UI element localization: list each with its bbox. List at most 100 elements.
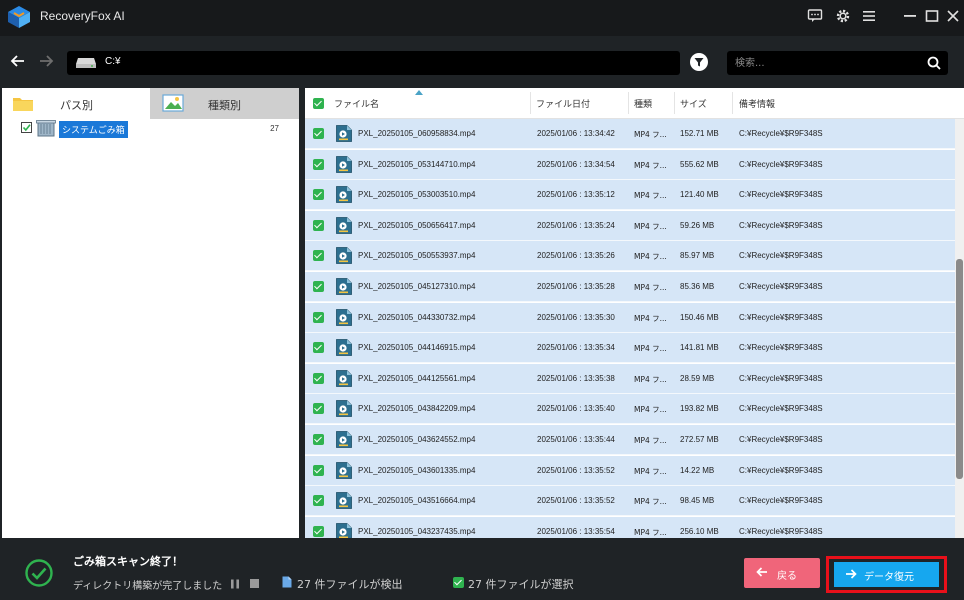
video-file-icon: [336, 308, 352, 326]
cell-file-size: 152.71 MB: [680, 129, 719, 138]
status-bar: ごみ箱スキャン終了！ ディレクトリ構築が完了しました 27 件ファイルが検出 2…: [0, 542, 964, 600]
cell-file-size: 141.81 MB: [680, 343, 719, 353]
tree-item-system-recycle-bin[interactable]: システムごみ箱 27: [2, 119, 299, 139]
row-checkbox[interactable]: [313, 311, 324, 323]
cell-file-name: PXL_20250105_050656417.mp4: [358, 220, 476, 230]
status-subtitle: ディレクトリ構築が完了しました: [73, 581, 223, 592]
table-row[interactable]: PXL_20250105_053144710.mp4 2025/01/06 : 1…: [305, 149, 955, 180]
row-checkbox[interactable]: [313, 434, 324, 445]
forward-arrow-icon[interactable]: [36, 51, 56, 71]
scrollbar-thumb[interactable]: [956, 259, 963, 479]
header-file-name[interactable]: ファイル名: [334, 97, 379, 110]
search-icon[interactable]: [926, 55, 942, 71]
menu-icon[interactable]: [858, 5, 880, 27]
header-separator: [628, 92, 629, 114]
cell-file-date: 2025/01/06 : 13:35:44: [537, 435, 615, 444]
cell-file-name: PXL_20250105_060958834.mp4: [358, 129, 476, 138]
close-icon[interactable]: [942, 5, 964, 27]
cell-file-name: PXL_20250105_043624552.mp4: [358, 435, 476, 444]
maximize-icon[interactable]: [921, 5, 943, 27]
row-checkbox[interactable]: [313, 128, 324, 139]
table-row[interactable]: PXL_20250105_050656417.mp4 2025/01/06 : 1…: [305, 210, 955, 241]
cell-file-date: 2025/01/06 : 13:35:52: [537, 465, 615, 475]
video-file-icon: [336, 339, 352, 357]
table-row[interactable]: PXL_20250105_050553937.mp4 2025/01/06 : 1…: [305, 241, 955, 272]
table-row[interactable]: PXL_20250105_043516664.mp4 2025/01/06 : 1…: [305, 486, 955, 517]
tab-type-label: 種類別: [208, 99, 241, 112]
video-file-icon: [336, 216, 352, 234]
status-title: ごみ箱スキャン終了！: [73, 555, 183, 568]
table-row[interactable]: PXL_20250105_053003510.mp4 2025/01/06 : 1…: [305, 180, 955, 211]
tree-item-label: システムごみ箱: [59, 121, 128, 138]
cell-file-name: PXL_20250105_044125561.mp4: [358, 373, 476, 383]
pause-icon[interactable]: [230, 579, 240, 589]
cell-file-size: 256.10 MB: [680, 526, 719, 536]
cell-file-date: 2025/01/06 : 13:35:24: [537, 220, 615, 230]
header-file-size[interactable]: サイズ: [680, 97, 707, 110]
row-checkbox[interactable]: [313, 189, 324, 201]
header-file-date[interactable]: ファイル日付: [536, 97, 590, 110]
row-checkbox[interactable]: [313, 495, 324, 507]
feedback-icon[interactable]: [804, 5, 826, 27]
cell-file-name: PXL_20250105_053003510.mp4: [358, 190, 476, 200]
row-checkbox[interactable]: [313, 219, 324, 231]
row-checkbox[interactable]: [313, 158, 324, 170]
row-checkbox[interactable]: [313, 464, 324, 476]
table-row[interactable]: PXL_20250105_044125561.mp4 2025/01/06 : 1…: [305, 363, 955, 394]
search-input[interactable]: [735, 55, 915, 71]
header-file-type[interactable]: 種類: [634, 97, 652, 110]
cell-file-type: MP4 フ...: [634, 497, 667, 507]
select-all-checkbox[interactable]: [313, 98, 324, 109]
row-checkbox[interactable]: [313, 372, 324, 384]
right-arrow-icon: [844, 567, 858, 585]
table-row[interactable]: PXL_20250105_043842209.mp4 2025/01/06 : 1…: [305, 394, 955, 425]
left-panel: パス別 種類別 システムごみ箱 27: [2, 88, 299, 538]
folder-icon: [13, 98, 33, 111]
tab-type[interactable]: 種類別: [150, 88, 299, 119]
tab-path[interactable]: パス別: [2, 88, 150, 119]
filter-icon[interactable]: [690, 53, 708, 71]
cell-file-type: MP4 フ...: [634, 283, 667, 292]
recover-button-highlight: データ復元: [826, 556, 947, 593]
recover-button[interactable]: データ復元: [834, 562, 939, 587]
table-row[interactable]: PXL_20250105_044146915.mp4 2025/01/06 : 1…: [305, 333, 955, 364]
back-arrow-icon[interactable]: [8, 51, 28, 71]
video-file-icon: [336, 278, 352, 295]
toolbar: C:¥: [0, 36, 964, 88]
tree-checkbox[interactable]: [21, 122, 32, 133]
row-checkbox[interactable]: [313, 403, 324, 415]
cell-note: C:¥Recycle¥$R9F348S: [739, 343, 823, 353]
cell-file-date: 2025/01/06 : 13:35:54: [537, 526, 615, 536]
complete-check-icon: [25, 559, 53, 587]
table-row[interactable]: PXL_20250105_043237435.mp4 2025/01/06 : 1…: [305, 516, 955, 538]
header-note[interactable]: 備考情報: [739, 97, 775, 110]
cell-note: C:¥Recycle¥$R9F348S: [739, 526, 823, 536]
minimize-icon[interactable]: [899, 5, 921, 27]
row-checkbox[interactable]: [313, 342, 324, 354]
back-button[interactable]: 戻る: [744, 558, 820, 588]
stop-icon[interactable]: [250, 579, 259, 588]
tab-path-label: パス別: [60, 99, 93, 112]
table-row[interactable]: PXL_20250105_060958834.mp4 2025/01/06 : 1…: [305, 119, 955, 149]
row-checkbox[interactable]: [313, 281, 324, 292]
cell-file-name: PXL_20250105_050553937.mp4: [358, 251, 476, 261]
row-checkbox[interactable]: [313, 250, 324, 262]
search-box[interactable]: [727, 51, 948, 75]
cell-file-date: 2025/01/06 : 13:34:42: [537, 129, 615, 138]
header-separator: [732, 92, 733, 114]
cell-note: C:¥Recycle¥$R9F348S: [739, 220, 823, 230]
path-bar[interactable]: C:¥: [67, 51, 680, 75]
cell-file-size: 59.26 MB: [680, 220, 715, 230]
row-checkbox[interactable]: [313, 525, 324, 537]
cell-file-name: PXL_20250105_043516664.mp4: [358, 496, 476, 506]
drive-icon: [76, 58, 96, 68]
vertical-scrollbar[interactable]: [955, 119, 964, 538]
table-row[interactable]: PXL_20250105_044330732.mp4 2025/01/06 : 1…: [305, 302, 955, 333]
gear-icon[interactable]: [832, 5, 854, 27]
table-row[interactable]: PXL_20250105_043601335.mp4 2025/01/06 : 1…: [305, 455, 955, 486]
table-row[interactable]: PXL_20250105_043624552.mp4 2025/01/06 : 1…: [305, 425, 955, 455]
table-row[interactable]: PXL_20250105_045127310.mp4 2025/01/06 : 1…: [305, 272, 955, 302]
cell-note: C:¥Recycle¥$R9F348S: [739, 159, 823, 169]
sort-asc-icon: [415, 90, 423, 95]
video-file-icon: [336, 186, 352, 204]
